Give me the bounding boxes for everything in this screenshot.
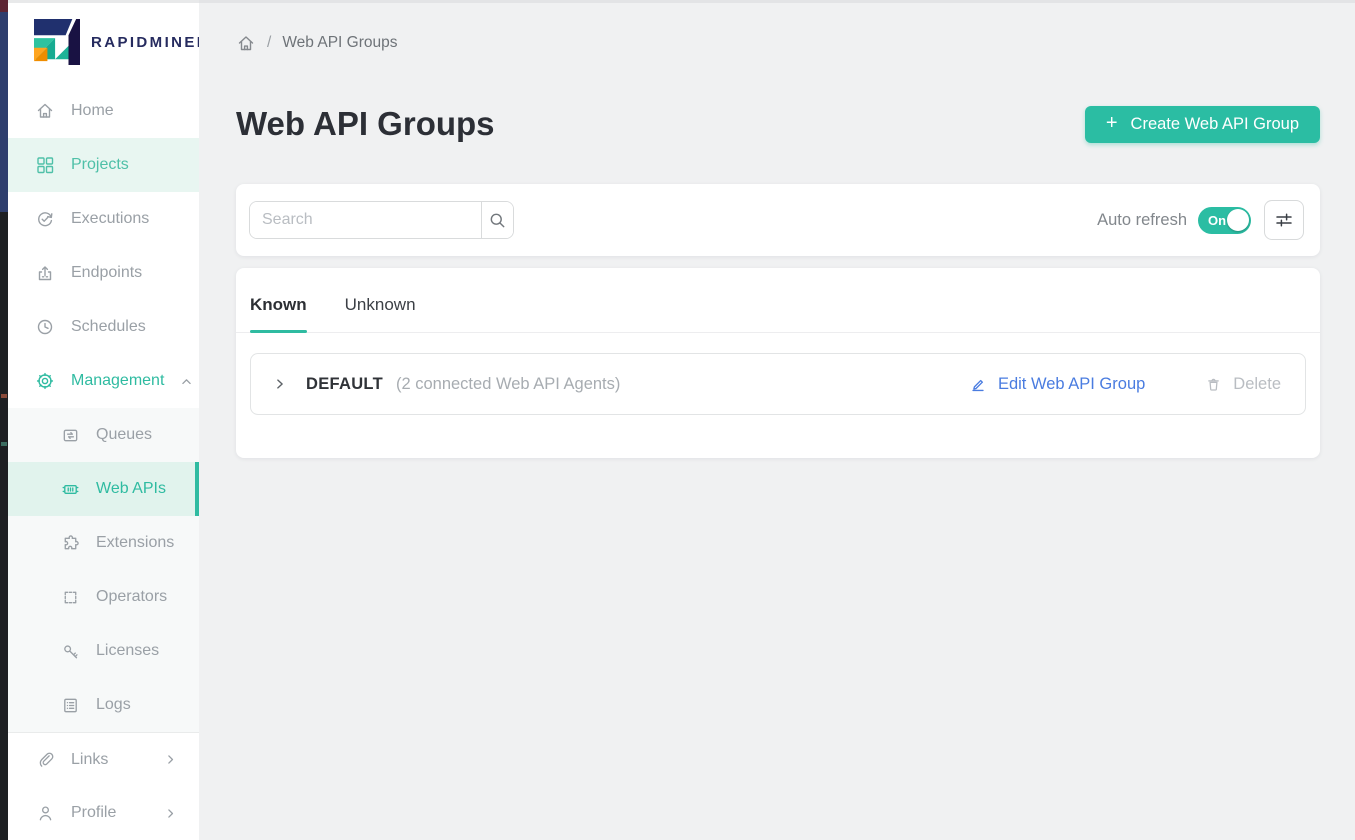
edit-pen-icon xyxy=(968,374,988,394)
sidebar-item-links[interactable]: Links xyxy=(8,732,199,786)
app-window: RAPIDMINER Home Projects xyxy=(0,0,1355,840)
toolbar-right: Auto refresh On xyxy=(1097,200,1304,240)
delete-link-label: Delete xyxy=(1233,375,1281,394)
projects-grid-icon xyxy=(35,155,55,175)
sidebar-item-label: Logs xyxy=(96,696,131,714)
plus-icon: + xyxy=(1106,113,1118,133)
web-apis-chip-icon xyxy=(60,479,80,499)
search-button[interactable] xyxy=(481,202,513,238)
sidebar-item-logs[interactable]: Logs xyxy=(8,678,199,732)
sidebar-item-home[interactable]: Home xyxy=(8,84,199,138)
sidebar-item-projects[interactable]: Projects xyxy=(8,138,199,192)
groups-card: Known Unknown DEFAULT (2 connected Web A… xyxy=(236,268,1320,458)
endpoints-deploy-icon xyxy=(35,263,55,283)
sliders-icon xyxy=(1274,210,1294,230)
executions-refresh-icon xyxy=(35,209,55,229)
sidebar-item-queues[interactable]: Queues xyxy=(8,408,199,462)
window-top-edge xyxy=(8,0,1355,3)
page-title: Web API Groups xyxy=(236,105,495,143)
sidebar-item-operators[interactable]: Operators xyxy=(8,570,199,624)
toolbar-card: Auto refresh On xyxy=(236,184,1320,256)
rapidminer-logo-icon xyxy=(34,19,80,65)
create-web-api-group-button[interactable]: + Create Web API Group xyxy=(1085,106,1320,143)
sidebar-item-label: Web APIs xyxy=(96,480,166,498)
sidebar-item-web-apis[interactable]: Web APIs xyxy=(8,462,199,516)
auto-refresh-label: Auto refresh xyxy=(1097,211,1187,230)
sidebar-item-label: Projects xyxy=(71,156,129,174)
rapidminer-logo[interactable]: RAPIDMINER xyxy=(8,0,199,84)
delete-group-button[interactable]: Delete xyxy=(1203,374,1281,394)
filter-settings-button[interactable] xyxy=(1264,200,1304,240)
operators-brackets-icon xyxy=(60,587,80,607)
management-gear-icon xyxy=(35,371,55,391)
links-paperclip-icon xyxy=(35,750,55,770)
queues-icon xyxy=(60,425,80,445)
background-window-sliver xyxy=(0,0,8,840)
selected-indicator-bar xyxy=(195,462,199,516)
sidebar-item-profile[interactable]: Profile xyxy=(8,786,199,840)
sidebar-item-label: Queues xyxy=(96,426,152,444)
sidebar-item-licenses[interactable]: Licenses xyxy=(8,624,199,678)
search-group xyxy=(249,201,514,239)
breadcrumb-home-icon[interactable] xyxy=(236,33,256,53)
sidebar-item-extensions[interactable]: Extensions xyxy=(8,516,199,570)
management-submenu: Queues Web APIs xyxy=(8,408,199,732)
sidebar-item-label: Profile xyxy=(71,804,116,822)
search-icon xyxy=(488,210,508,230)
tab-unknown[interactable]: Unknown xyxy=(345,295,416,332)
sidebar-item-label: Endpoints xyxy=(71,264,142,282)
group-name: DEFAULT xyxy=(306,375,383,394)
home-icon xyxy=(35,101,55,121)
sidebar-item-management[interactable]: Management xyxy=(8,354,199,408)
main-content: / Web API Groups Web API Groups + Create… xyxy=(199,0,1355,840)
extensions-puzzle-icon xyxy=(60,533,80,553)
edit-link-label: Edit Web API Group xyxy=(998,375,1145,394)
breadcrumb-current: Web API Groups xyxy=(282,34,397,52)
expand-chevron-icon xyxy=(273,374,287,394)
tabs: Known Unknown xyxy=(236,268,1320,333)
chevron-right-icon xyxy=(164,807,177,820)
page-header: Web API Groups + Create Web API Group xyxy=(236,105,1320,143)
breadcrumb: / Web API Groups xyxy=(236,33,1320,53)
toggle-knob xyxy=(1227,209,1249,231)
profile-person-icon xyxy=(35,803,55,823)
toggle-state-label: On xyxy=(1208,213,1226,228)
chevron-up-icon xyxy=(180,375,193,388)
licenses-key-icon xyxy=(60,641,80,661)
sidebar-item-label: Schedules xyxy=(71,318,146,336)
sidebar-item-label: Links xyxy=(71,751,108,769)
edit-web-api-group-link[interactable]: Edit Web API Group xyxy=(968,374,1145,394)
sidebar: RAPIDMINER Home Projects xyxy=(8,0,199,840)
tab-known[interactable]: Known xyxy=(250,295,307,332)
logs-list-icon xyxy=(60,695,80,715)
sidebar-item-endpoints[interactable]: Endpoints xyxy=(8,246,199,300)
sidebar-item-label: Licenses xyxy=(96,642,159,660)
logo-wordmark: RAPIDMINER xyxy=(91,34,210,51)
sidebar-item-schedules[interactable]: Schedules xyxy=(8,300,199,354)
breadcrumb-separator: / xyxy=(267,34,271,52)
schedules-clock-icon xyxy=(35,317,55,337)
sidebar-item-label: Operators xyxy=(96,588,167,606)
sidebar-item-label: Executions xyxy=(71,210,149,228)
sidebar-item-label: Home xyxy=(71,102,114,120)
sidebar-item-label: Management xyxy=(71,372,164,390)
trash-icon xyxy=(1203,374,1223,394)
create-button-label: Create Web API Group xyxy=(1131,115,1299,134)
auto-refresh-toggle[interactable]: On xyxy=(1198,207,1251,234)
web-api-group-row[interactable]: DEFAULT (2 connected Web API Agents) Edi… xyxy=(250,353,1306,415)
search-input[interactable] xyxy=(250,202,481,238)
sidebar-item-label: Extensions xyxy=(96,534,174,552)
group-agents-info: (2 connected Web API Agents) xyxy=(396,375,620,394)
sidebar-item-executions[interactable]: Executions xyxy=(8,192,199,246)
chevron-right-icon xyxy=(164,753,177,766)
